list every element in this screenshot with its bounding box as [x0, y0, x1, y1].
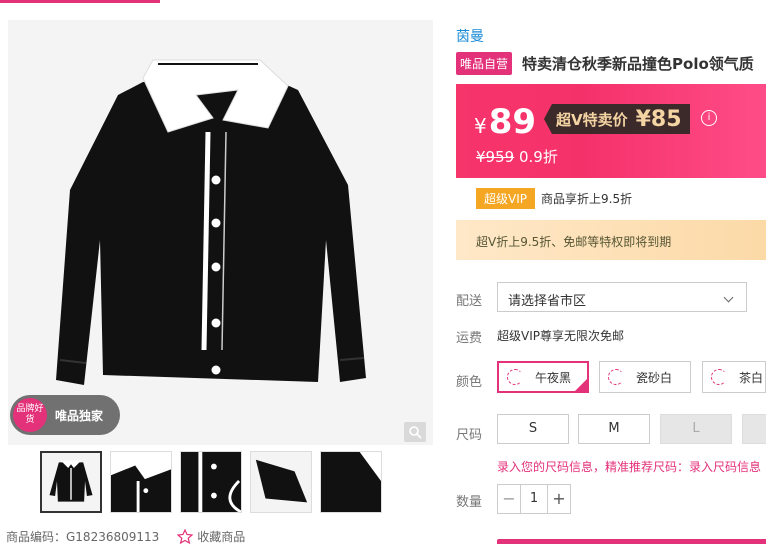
- vip-discount-desc: 商品享折上9.5折: [541, 192, 633, 206]
- color-option-tea-white[interactable]: 茶白: [702, 361, 766, 393]
- zoom-icon[interactable]: [404, 422, 426, 442]
- top-accent-line: [0, 0, 160, 3]
- price-panel: ¥ 89 超V特卖价 ¥85 i ¥959 0.9折: [456, 84, 766, 178]
- brand-link[interactable]: 茵曼: [456, 26, 484, 46]
- loading-spinner-icon: [507, 369, 523, 385]
- shipping-label: 运费: [456, 331, 483, 346]
- size-option-l: L: [660, 414, 732, 444]
- selected-check-icon: [574, 378, 588, 392]
- self-operated-badge: 唯品自营: [456, 52, 513, 75]
- color-option-midnight-black[interactable]: 午夜黑: [497, 361, 589, 393]
- thumbnail-front[interactable]: [40, 451, 102, 513]
- product-title: 特卖清仓秋季新品撞色Polo领气质: [522, 55, 754, 73]
- discount-rate: 0.9折: [518, 148, 558, 166]
- color-option-label: 茶白: [739, 370, 764, 385]
- thumbnail-hem[interactable]: [320, 451, 382, 513]
- favorite-label: 收藏商品: [197, 530, 246, 544]
- quantity-input[interactable]: 1: [520, 485, 548, 513]
- original-price-row: ¥959 0.9折: [476, 146, 558, 167]
- main-product-image[interactable]: [8, 20, 433, 445]
- thumbnail-collar[interactable]: [110, 451, 172, 513]
- price-value: 89: [488, 102, 537, 142]
- product-code: 商品编码：G18236809113: [6, 530, 160, 544]
- current-price: ¥ 89: [474, 102, 536, 142]
- vip-expiry-text: 超V折上9.5折、免邮等特权即将到期: [476, 235, 672, 249]
- color-option-label: 瓷砂白: [636, 370, 673, 385]
- favorite-button[interactable]: 收藏商品: [177, 528, 245, 545]
- vip-expiry-notice[interactable]: 超V折上9.5折、免邮等特权即将到期: [456, 220, 766, 260]
- buy-button-edge[interactable]: [497, 539, 766, 544]
- size-option-more: [742, 414, 766, 444]
- super-vip-price: ¥85: [635, 106, 682, 132]
- thumbnail-placket[interactable]: [180, 451, 242, 513]
- original-price: ¥959: [476, 148, 515, 166]
- super-vip-price-tag: 超V特卖价 ¥85: [544, 104, 690, 134]
- region-select[interactable]: 请选择省市区: [497, 282, 747, 312]
- region-select-value: 请选择省市区: [508, 294, 587, 309]
- size-recommend-link[interactable]: 录入您的尺码信息，精准推荐尺码：录入尺码信息: [497, 458, 761, 475]
- color-label: 颜色: [456, 375, 483, 390]
- thumbnail-strip: [40, 451, 382, 513]
- size-label: 尺码: [456, 428, 483, 443]
- quantity-stepper: − 1 +: [497, 484, 571, 514]
- info-icon[interactable]: i: [701, 110, 717, 126]
- shipping-value: 超级VIP尊享无限次免邮: [497, 329, 624, 343]
- size-option-m[interactable]: M: [578, 414, 650, 444]
- color-option-label: 午夜黑: [535, 370, 572, 385]
- super-vip-badge[interactable]: 超级VIP: [476, 188, 535, 209]
- exclusive-label: 唯品独家: [55, 408, 104, 423]
- delivery-label: 配送: [456, 294, 483, 309]
- super-vip-label: 超V特卖价: [556, 110, 628, 129]
- loading-spinner-icon: [608, 369, 624, 385]
- title-row: 唯品自营 特卖清仓秋季新品撞色Polo领气质: [456, 52, 754, 75]
- exclusive-badge: 品牌好货 唯品独家: [10, 395, 120, 435]
- quantity-increase-button[interactable]: +: [548, 485, 570, 513]
- quantity-label: 数量: [456, 495, 483, 510]
- currency-symbol: ¥: [474, 114, 487, 138]
- star-icon: [177, 529, 194, 544]
- cardigan-illustration: [56, 59, 366, 385]
- vip-row: 超级VIP 商品享折上9.5折: [476, 188, 632, 209]
- color-option-porcelain-white[interactable]: 瓷砂白: [599, 361, 691, 393]
- brand-goods-badge: 品牌好货: [13, 398, 47, 432]
- size-option-s[interactable]: S: [497, 414, 569, 444]
- product-meta: 商品编码：G18236809113 收藏商品: [6, 528, 245, 545]
- chevron-down-icon: [723, 292, 734, 303]
- thumbnail-sleeve[interactable]: [250, 451, 312, 513]
- quantity-decrease-button[interactable]: −: [498, 485, 520, 513]
- loading-spinner-icon: [711, 369, 727, 385]
